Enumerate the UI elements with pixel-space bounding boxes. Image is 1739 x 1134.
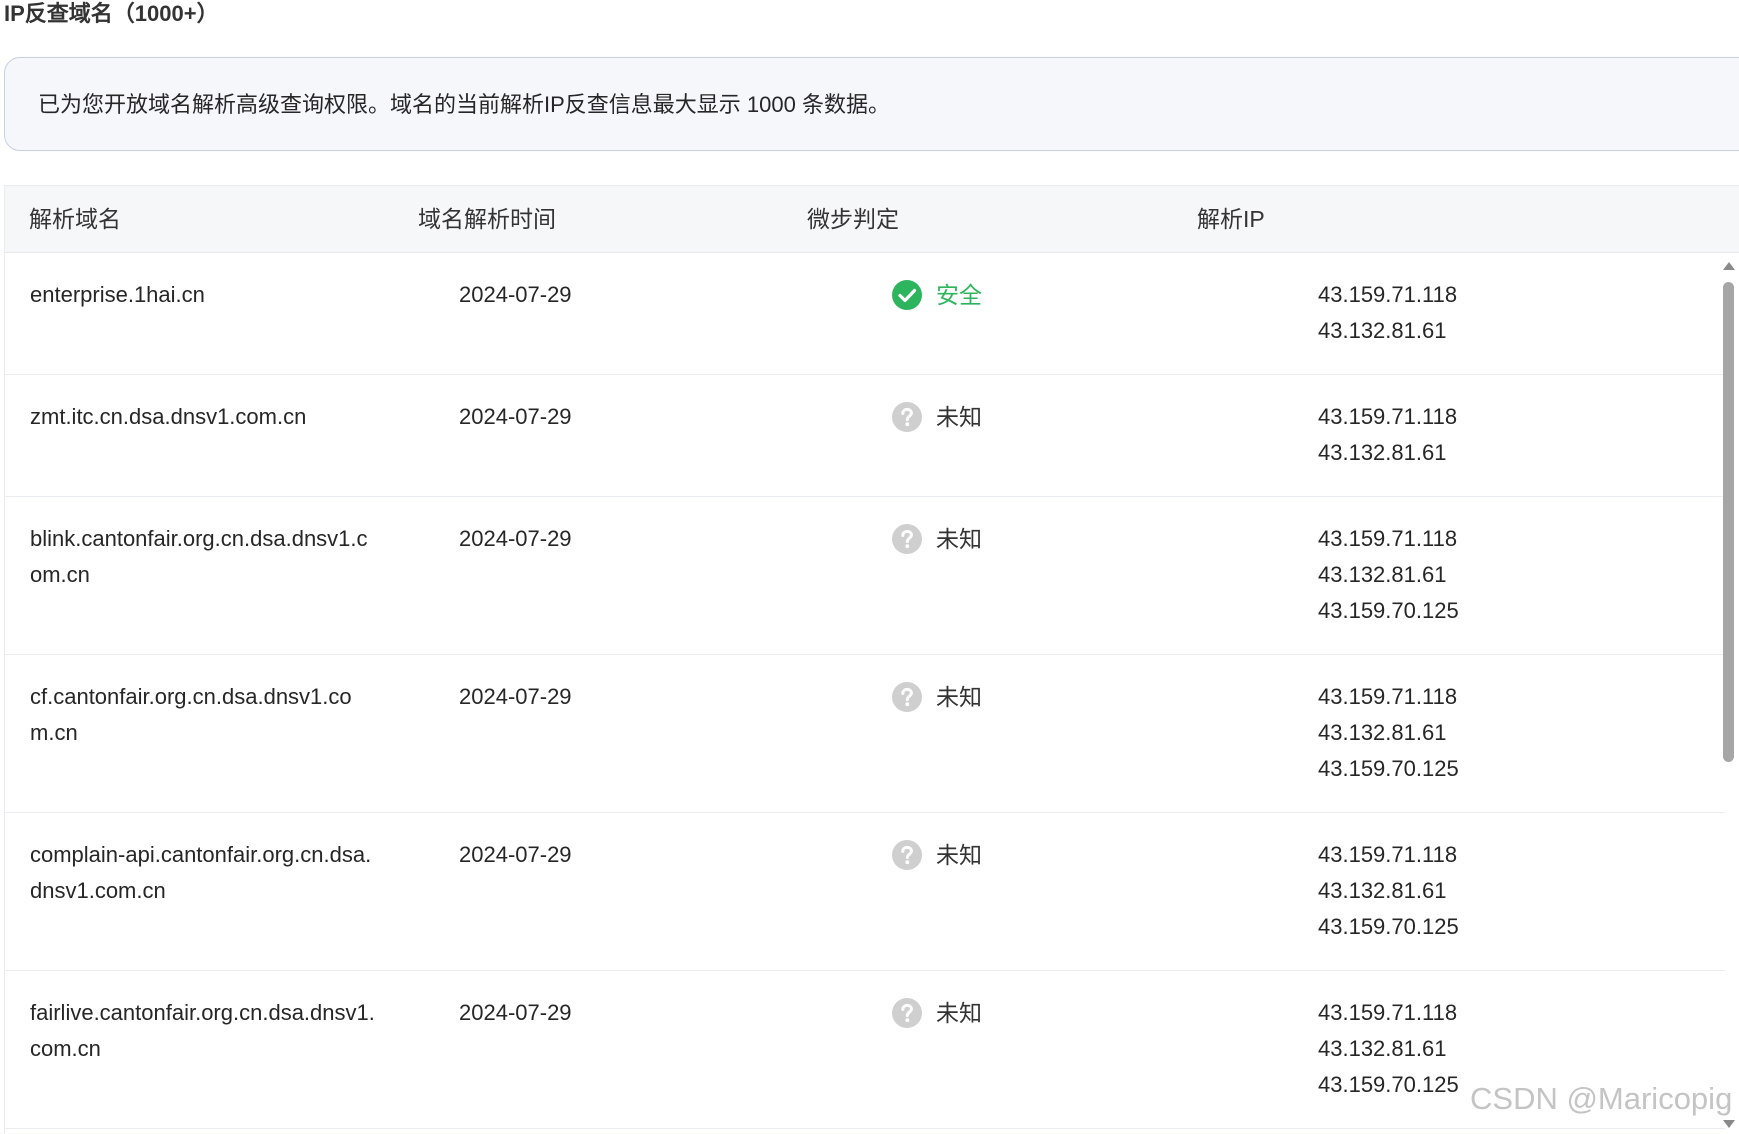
ip-address[interactable]: 43.159.70.125 [1318,751,1459,787]
ip-address[interactable]: 43.132.81.61 [1318,313,1457,349]
check-circle-icon [891,279,923,311]
ip-cell: 43.159.71.118 43.132.81.61 [1318,399,1457,471]
table-body: enterprise.1hai.cn 2024-07-29 安全 43.159.71.… [5,253,1725,1129]
domain-cell[interactable]: cf.cantonfair.org.cn.dsa.dnsv1.com.cn [30,679,375,751]
scroll-up-arrow-icon[interactable] [1723,262,1735,270]
domain-table: 解析域名 域名解析时间 微步判定 解析IP enterprise.1hai.cn… [4,185,1739,1134]
domain-cell[interactable]: enterprise.1hai.cn [30,277,375,313]
question-circle-icon [891,839,923,871]
status-label: 未知 [936,404,982,430]
ip-address[interactable]: 43.132.81.61 [1318,557,1459,593]
time-cell: 2024-07-29 [459,282,572,307]
judge-cell: 未知 [891,399,982,435]
time-cell: 2024-07-29 [459,1000,572,1025]
judge-cell: 未知 [891,679,982,715]
ip-address[interactable]: 43.159.71.118 [1318,679,1459,715]
time-cell: 2024-07-29 [459,526,572,551]
table-scrollbar[interactable] [1718,262,1739,1134]
question-circle-icon [891,401,923,433]
ip-address[interactable]: 43.132.81.61 [1318,1031,1459,1067]
table-row[interactable]: complain-api.cantonfair.org.cn.dsa.dnsv1… [5,813,1725,971]
ip-address[interactable]: 43.159.71.118 [1318,995,1459,1031]
watermark: CSDN @Maricopig [1470,1081,1733,1116]
ip-address[interactable]: 43.159.71.118 [1318,837,1459,873]
domain-cell[interactable]: complain-api.cantonfair.org.cn.dsa.dnsv1… [30,837,375,909]
column-header-ip[interactable]: 解析IP [1197,186,1265,252]
question-circle-icon [891,523,923,555]
ip-address[interactable]: 43.159.71.118 [1318,521,1459,557]
column-header-domain[interactable]: 解析域名 [29,186,121,252]
table-header: 解析域名 域名解析时间 微步判定 解析IP [5,186,1739,253]
table-row[interactable]: cf.cantonfair.org.cn.dsa.dnsv1.com.cn 202… [5,655,1725,813]
table-row[interactable]: enterprise.1hai.cn 2024-07-29 安全 43.159.71.… [5,253,1725,375]
status-label: 未知 [936,1000,982,1026]
status-label: 未知 [936,842,982,868]
section-title: IP反查域名（1000+） [4,1,219,26]
status-label: 未知 [936,684,982,710]
column-header-judge[interactable]: 微步判定 [807,186,899,252]
table-row[interactable]: zmt.itc.cn.dsa.dnsv1.com.cn 2024-07-29 未知 4… [5,375,1725,497]
ip-cell: 43.159.71.118 43.132.81.61 [1318,277,1457,349]
ip-cell: 43.159.71.118 43.132.81.61 43.159.70.125 [1318,837,1459,945]
column-header-time[interactable]: 域名解析时间 [418,186,556,252]
domain-cell[interactable]: zmt.itc.cn.dsa.dnsv1.com.cn [30,399,375,435]
page: IP反查域名（1000+） 已为您开放域名解析高级查询权限。域名的当前解析IP反… [0,0,1739,1134]
ip-cell: 43.159.71.118 43.132.81.61 43.159.70.125 [1318,679,1459,787]
judge-cell: 未知 [891,837,982,873]
judge-cell: 未知 [891,995,982,1031]
time-cell: 2024-07-29 [459,684,572,709]
table-row[interactable]: fairlive.cantonfair.org.cn.dsa.dnsv1.com… [5,971,1725,1129]
domain-cell[interactable]: blink.cantonfair.org.cn.dsa.dnsv1.com.cn [30,521,375,593]
time-cell: 2024-07-29 [459,404,572,429]
ip-cell: 43.159.71.118 43.132.81.61 43.159.70.125 [1318,521,1459,629]
status-label: 安全 [936,282,982,308]
ip-address[interactable]: 43.159.70.125 [1318,593,1459,629]
question-circle-icon [891,997,923,1029]
question-circle-icon [891,681,923,713]
judge-cell: 安全 [891,277,982,313]
ip-cell: 43.159.71.118 43.132.81.61 43.159.70.125 [1318,995,1459,1103]
ip-address[interactable]: 43.159.70.125 [1318,909,1459,945]
domain-cell[interactable]: fairlive.cantonfair.org.cn.dsa.dnsv1.com… [30,995,375,1067]
info-notice: 已为您开放域名解析高级查询权限。域名的当前解析IP反查信息最大显示 1000 条… [4,57,1739,151]
ip-address[interactable]: 43.159.70.125 [1318,1067,1459,1103]
ip-address[interactable]: 43.132.81.61 [1318,435,1457,471]
judge-cell: 未知 [891,521,982,557]
ip-address[interactable]: 43.132.81.61 [1318,715,1459,751]
ip-address[interactable]: 43.159.71.118 [1318,277,1457,313]
status-label: 未知 [936,526,982,552]
table-row[interactable]: blink.cantonfair.org.cn.dsa.dnsv1.com.cn… [5,497,1725,655]
ip-address[interactable]: 43.159.71.118 [1318,399,1457,435]
ip-address[interactable]: 43.132.81.61 [1318,873,1459,909]
time-cell: 2024-07-29 [459,842,572,867]
scroll-down-arrow-icon[interactable] [1723,1120,1735,1128]
scroll-thumb[interactable] [1723,282,1734,762]
